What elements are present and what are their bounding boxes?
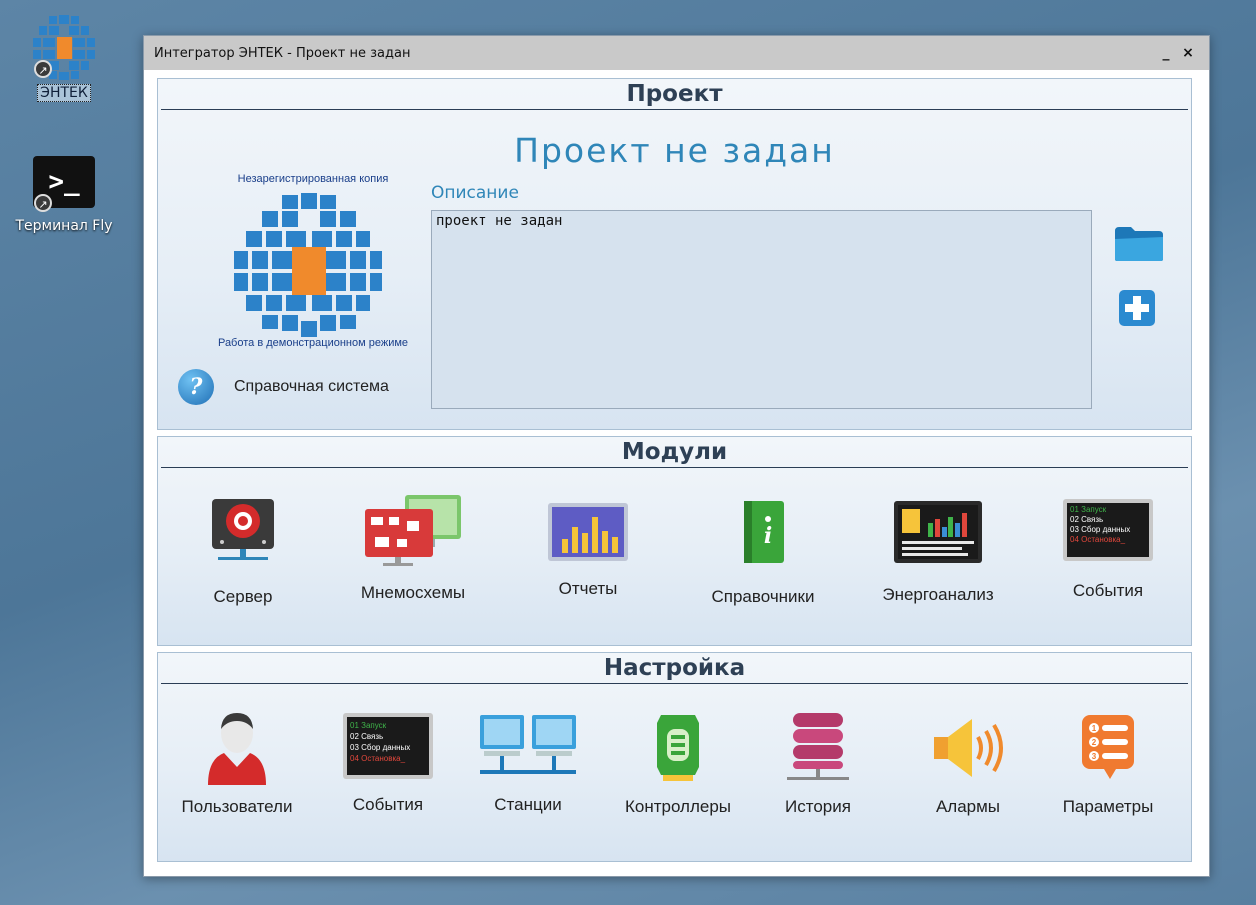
settings-alarms[interactable]: Алармы <box>908 711 1028 817</box>
project-header: Проект <box>161 79 1188 110</box>
events-screen-icon: 01 Запуск 02 Связь 03 Сбор данных 04 Ост… <box>1063 499 1153 561</box>
settings-parameters[interactable]: 1 2 3 Параметры <box>1043 711 1173 817</box>
module-label: События <box>1072 581 1144 600</box>
settings-label: Алармы <box>935 797 1001 816</box>
event-line: 03 Сбор данных <box>1070 525 1131 534</box>
help-icon: ? <box>178 369 214 405</box>
modules-header: Модули <box>161 437 1188 468</box>
settings-label: Контроллеры <box>624 797 732 816</box>
svg-text:i: i <box>764 523 772 549</box>
settings-controllers[interactable]: Контроллеры <box>608 709 748 817</box>
module-label: Энергоанализ <box>882 585 994 604</box>
module-energy-analysis[interactable]: Энергоанализ <box>868 499 1008 605</box>
settings-label: События <box>352 795 424 814</box>
add-project-icon[interactable] <box>1118 289 1156 327</box>
project-panel: Проект Проект не задан Незарегистрирован… <box>157 78 1192 430</box>
database-icon <box>787 713 849 780</box>
module-events[interactable]: 01 Запуск 02 Связь 03 Сбор данных 04 Ост… <box>1048 499 1168 601</box>
mnemo-diagram-icon <box>365 495 461 566</box>
module-label: Сервер <box>213 587 273 606</box>
svg-text:3: 3 <box>1092 752 1097 761</box>
window-title: Интегратор ЭНТЕК - Проект не задан <box>154 45 411 61</box>
desktop-icon-entek[interactable]: ↗ ЭНТЕК <box>14 12 114 102</box>
settings-label: История <box>785 797 851 816</box>
modules-panel: Модули Сервер Мнемосхемы Отчеты i Справо… <box>157 436 1192 646</box>
energy-analysis-icon <box>894 501 982 563</box>
app-window: Интегратор ЭНТЕК - Проект не задан _ × П… <box>143 35 1210 877</box>
settings-stations[interactable]: Станции <box>468 711 588 815</box>
settings-label: Параметры <box>1062 797 1154 816</box>
directory-book-icon: i <box>744 501 784 563</box>
event-line: 03 Сбор данных <box>350 743 411 752</box>
event-line: 02 Связь <box>1070 515 1104 524</box>
settings-history[interactable]: История <box>758 709 878 817</box>
event-line: 04 Остановка_ <box>1070 535 1126 544</box>
parameters-list-icon: 1 2 3 <box>1082 715 1134 779</box>
help-system-button[interactable]: ? Справочная система <box>178 369 389 405</box>
settings-users[interactable]: Пользователи <box>162 707 312 817</box>
event-line: 01 Запуск <box>1070 505 1107 514</box>
svg-text:1: 1 <box>1092 724 1097 733</box>
settings-events[interactable]: 01 Запуск 02 Связь 03 Сбор данных 04 Ост… <box>328 713 448 815</box>
description-field[interactable]: проект не задан <box>431 210 1092 409</box>
shortcut-arrow-icon: ↗ <box>34 194 52 212</box>
description-label: Описание <box>431 183 519 203</box>
desktop-icon-terminal[interactable]: >_ ↗ Терминал Fly <box>14 156 114 234</box>
settings-panel: Настройка Пользователи 01 Запуск 02 Связ… <box>157 652 1192 862</box>
module-reports[interactable]: Отчеты <box>523 501 653 599</box>
stations-network-icon <box>480 715 576 774</box>
speaker-icon <box>934 719 1003 777</box>
open-folder-icon[interactable] <box>1113 225 1165 263</box>
desktop-icon-label: ЭНТЕК <box>37 84 91 102</box>
shortcut-arrow-icon: ↗ <box>34 60 52 78</box>
svg-text:2: 2 <box>1092 738 1097 747</box>
event-line: 02 Связь <box>350 732 384 741</box>
desktop-icon-label: Терминал Fly <box>15 218 113 234</box>
window-titlebar[interactable]: Интегратор ЭНТЕК - Проект не задан _ × <box>144 36 1209 70</box>
settings-label: Станции <box>494 795 562 814</box>
entek-logo-icon <box>234 193 382 337</box>
user-icon <box>208 713 266 785</box>
event-line: 01 Запуск <box>350 721 387 730</box>
event-line: 04 Остановка_ <box>350 754 406 763</box>
settings-label: Пользователи <box>181 797 293 816</box>
server-icon <box>212 499 274 560</box>
module-label: Справочники <box>711 587 815 606</box>
module-server[interactable]: Сервер <box>178 497 308 607</box>
minimize-button[interactable]: _ <box>1155 45 1177 61</box>
module-mnemo[interactable]: Мнемосхемы <box>348 493 478 603</box>
demo-mode-label: Работа в демонстрационном режиме <box>217 337 409 349</box>
module-label: Мнемосхемы <box>360 583 466 602</box>
controller-icon <box>657 715 699 781</box>
events-screen-icon: 01 Запуск 02 Связь 03 Сбор данных 04 Ост… <box>343 713 433 779</box>
module-directories[interactable]: i Справочники <box>693 497 833 607</box>
project-title: Проект не задан <box>514 131 835 170</box>
unregistered-label: Незарегистрированная копия <box>237 173 389 185</box>
reports-chart-icon <box>548 503 628 561</box>
settings-header: Настройка <box>161 653 1188 684</box>
close-button[interactable]: × <box>1177 45 1199 61</box>
module-label: Отчеты <box>558 579 618 598</box>
help-system-label: Справочная система <box>234 378 389 395</box>
